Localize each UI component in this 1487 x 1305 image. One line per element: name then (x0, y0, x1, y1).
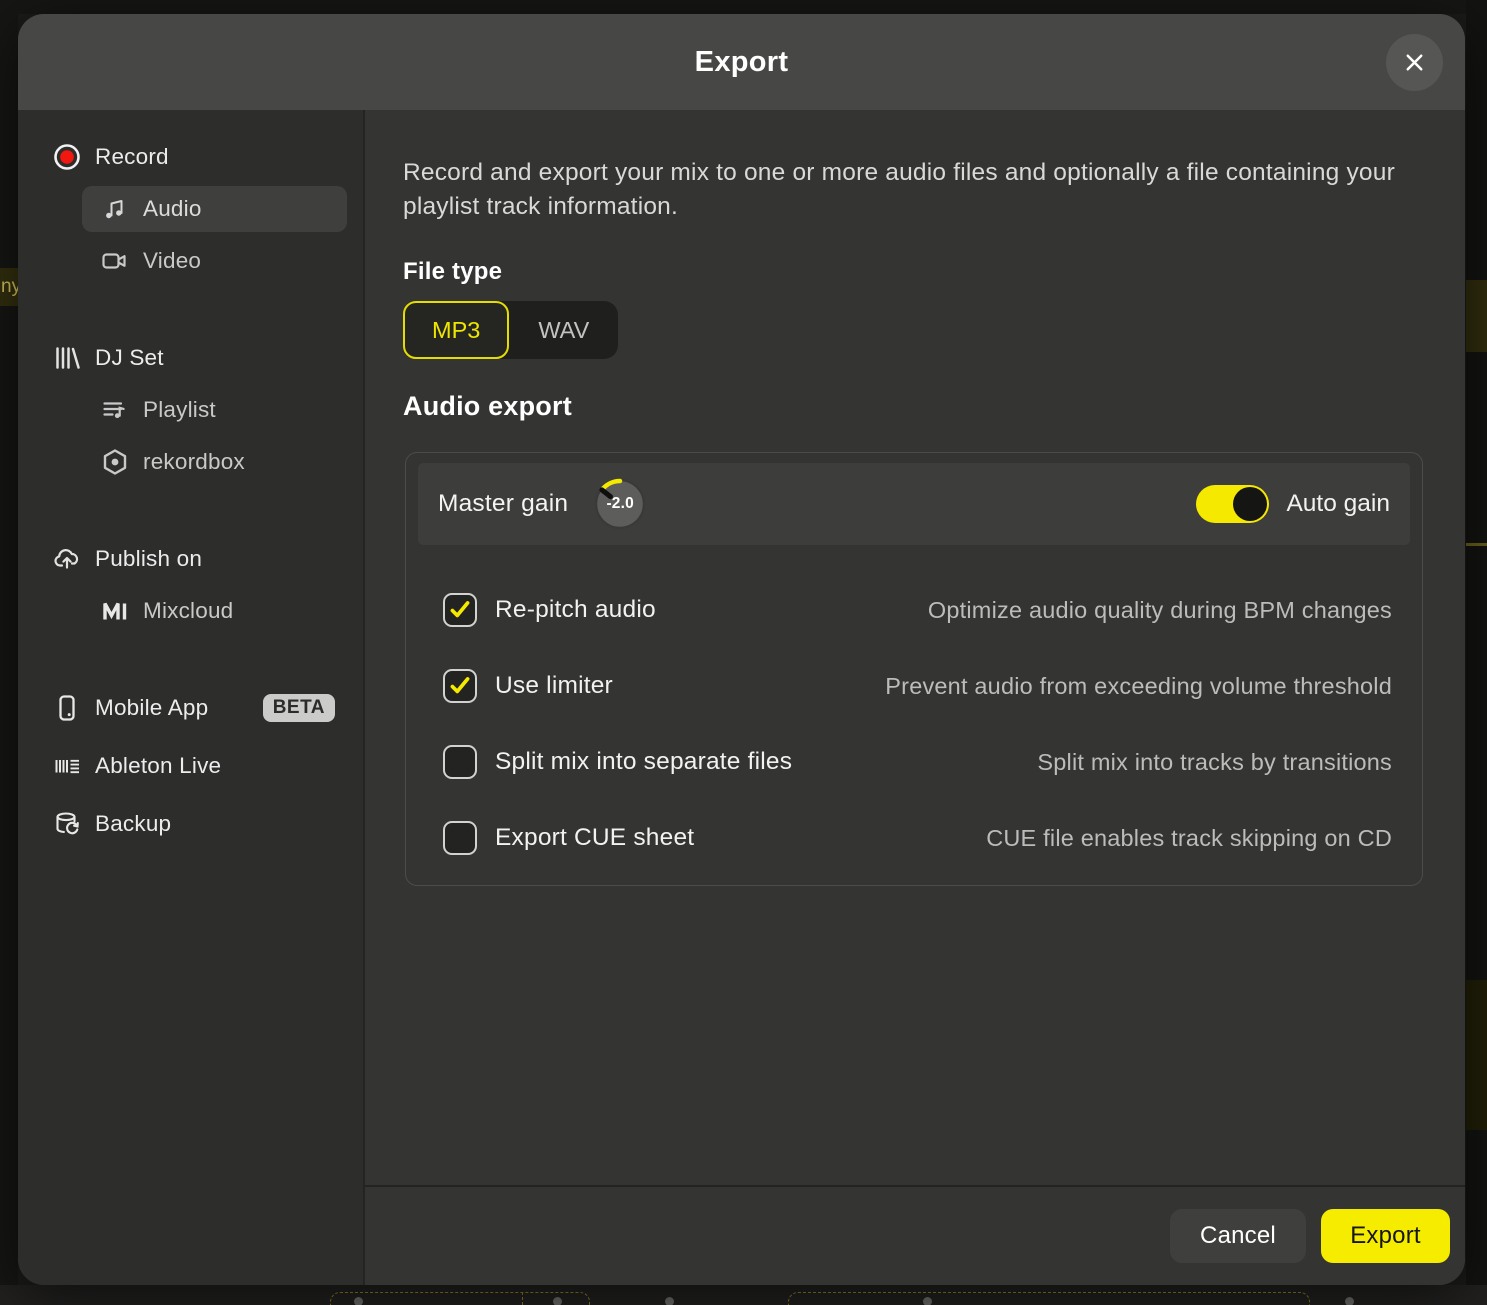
option-description: Prevent audio from exceeding volume thre… (885, 673, 1392, 700)
dialog-header: Export (18, 14, 1465, 110)
video-camera-icon (100, 246, 130, 276)
auto-gain-toggle[interactable] (1196, 485, 1269, 523)
dialog-body: Record Audio Video (18, 110, 1465, 1285)
background-dot (354, 1297, 363, 1305)
option-row-limiter: Use limiter Prevent audio from exceeding… (443, 663, 1392, 709)
checkmark-icon (447, 597, 473, 623)
sidebar-item-label: Video (143, 248, 201, 274)
option-row-cue-sheet: Export CUE sheet CUE file enables track … (443, 815, 1392, 861)
file-type-option-wav[interactable]: WAV (509, 301, 618, 359)
background-app (1466, 280, 1487, 352)
cloud-upload-icon (52, 544, 82, 574)
file-type-option-mp3[interactable]: MP3 (403, 301, 509, 359)
auto-gain-label: Auto gain (1286, 490, 1390, 518)
mixcloud-icon (100, 596, 130, 626)
background-dot (1345, 1297, 1354, 1305)
option-row-split-mix: Split mix into separate files Split mix … (443, 739, 1392, 785)
sidebar-item-playlist[interactable]: Playlist (82, 387, 347, 433)
sidebar-item-audio[interactable]: Audio (82, 186, 347, 232)
option-label: Re-pitch audio (495, 596, 656, 624)
background-dot (553, 1297, 562, 1305)
music-note-icon (100, 194, 130, 224)
background-app (1466, 980, 1487, 1130)
sidebar-item-label: Mixcloud (143, 598, 233, 624)
master-gain-row: Master gain -2.0 (418, 463, 1410, 545)
sidebar-item-dj-set[interactable]: DJ Set (34, 335, 347, 381)
sidebar-item-label: Mobile App (95, 695, 208, 721)
screen: ny Export Record (0, 0, 1487, 1305)
background-partial-label: ny (0, 268, 18, 306)
sidebar-item-label: Record (95, 144, 169, 170)
sidebar: Record Audio Video (18, 110, 365, 1285)
close-button[interactable] (1386, 34, 1443, 91)
close-icon (1401, 49, 1428, 76)
sidebar-item-label: Playlist (143, 397, 216, 423)
background-dot (665, 1297, 674, 1305)
sidebar-item-ableton-live[interactable]: Ableton Live (34, 743, 347, 789)
export-button[interactable]: Export (1321, 1209, 1450, 1263)
sidebar-item-publish-on[interactable]: Publish on (34, 536, 347, 582)
sidebar-item-label: DJ Set (95, 345, 164, 371)
option-label: Split mix into separate files (495, 748, 792, 776)
main-content: Record and export your mix to one or mor… (365, 110, 1465, 1285)
sidebar-item-backup[interactable]: Backup (34, 801, 347, 847)
dialog-footer: Cancel Export (365, 1185, 1465, 1285)
option-description: Split mix into tracks by transitions (1037, 749, 1392, 776)
option-label: Export CUE sheet (495, 824, 694, 852)
split-mix-checkbox[interactable] (443, 745, 477, 779)
master-gain-value: -2.0 (592, 495, 648, 513)
sidebar-item-mobile-app[interactable]: Mobile App BETA (34, 685, 347, 731)
checkmark-icon (447, 673, 473, 699)
option-description: Optimize audio quality during BPM change… (928, 597, 1392, 624)
playlist-icon (100, 395, 130, 425)
audio-export-panel: Master gain -2.0 (405, 452, 1423, 886)
beta-badge: BETA (263, 694, 335, 722)
cancel-button[interactable]: Cancel (1170, 1209, 1306, 1263)
background-app (0, 0, 18, 1305)
use-limiter-checkbox[interactable] (443, 669, 477, 703)
option-description: CUE file enables track skipping on CD (986, 825, 1392, 852)
sidebar-item-label: rekordbox (143, 449, 245, 475)
record-icon (52, 142, 82, 172)
sidebar-item-rekordbox[interactable]: rekordbox (82, 439, 347, 485)
backup-icon (52, 809, 82, 839)
option-label: Use limiter (495, 672, 613, 700)
rekordbox-icon (100, 447, 130, 477)
audio-export-heading: Audio export (403, 391, 1423, 422)
ableton-icon (52, 751, 82, 781)
sidebar-item-label: Ableton Live (95, 753, 221, 779)
dialog-title: Export (18, 14, 1465, 110)
master-gain-knob[interactable]: -2.0 (592, 476, 648, 532)
audio-export-options: Re-pitch audio Optimize audio quality du… (406, 545, 1422, 885)
background-toolbar-outline (522, 1292, 523, 1305)
sidebar-item-mixcloud[interactable]: Mixcloud (82, 588, 347, 634)
repitch-audio-checkbox[interactable] (443, 593, 477, 627)
toggle-knob (1233, 487, 1267, 521)
background-toolbar-outline (330, 1292, 590, 1305)
sidebar-item-label: Backup (95, 811, 171, 837)
sidebar-item-label: Publish on (95, 546, 202, 572)
background-app (1466, 543, 1487, 546)
export-description: Record and export your mix to one or mor… (403, 156, 1423, 224)
sidebar-item-record[interactable]: Record (34, 134, 347, 180)
master-gain-label: Master gain (438, 490, 568, 518)
background-dot (923, 1297, 932, 1305)
background-app (0, 0, 1487, 14)
library-icon (52, 343, 82, 373)
option-row-repitch: Re-pitch audio Optimize audio quality du… (443, 587, 1392, 633)
file-type-segmented-control: MP3 WAV (403, 301, 618, 359)
sidebar-item-video[interactable]: Video (82, 238, 347, 284)
background-toolbar-outline (788, 1292, 1310, 1305)
export-cue-sheet-checkbox[interactable] (443, 821, 477, 855)
mobile-phone-icon (52, 693, 82, 723)
sidebar-item-label: Audio (143, 196, 202, 222)
export-dialog: Export Record (18, 14, 1465, 1285)
file-type-label: File type (403, 258, 1423, 286)
